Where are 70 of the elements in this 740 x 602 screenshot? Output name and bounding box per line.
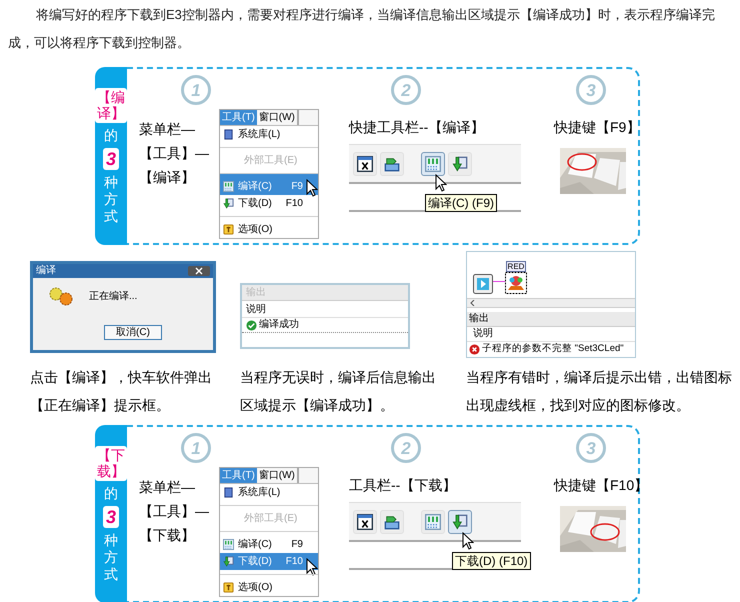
grid-icon (223, 181, 234, 192)
side-label: 种方式 (104, 174, 118, 224)
side-label: 的 (104, 127, 118, 144)
cancel-button[interactable]: 取消(C) (104, 325, 162, 340)
side-label: 的 (104, 485, 118, 502)
example-caption: 点击【编译】，快车软件弹出【正在编译】提示框。 (30, 368, 213, 415)
side-count: 3 (102, 148, 119, 170)
folder-icon (384, 514, 400, 530)
tooltip: 编译(C) (F9) (425, 194, 497, 212)
step-caption: 快捷工具栏--【编译】 (349, 118, 486, 137)
step-number: 1 (181, 75, 211, 105)
dialog-title: 编译 (36, 266, 56, 276)
side-count: 3 (102, 506, 119, 528)
book-icon (223, 487, 234, 498)
grid-icon (425, 156, 441, 172)
play-block-icon (473, 274, 493, 294)
side-title: 【编译】 (95, 88, 127, 124)
step-number: 1 (181, 433, 211, 463)
menu-tab[interactable]: 窗口(W) (256, 110, 298, 125)
step-caption: 【下载】 (139, 526, 196, 545)
menu-tab[interactable]: 工具(T) (220, 110, 257, 125)
dialog-message: 正在编译... (89, 290, 138, 304)
gears-icon (47, 286, 75, 306)
step-caption: 快捷键【F9】 (554, 118, 640, 137)
step-caption: 【工具】— (139, 502, 210, 521)
side-label: 种方式 (104, 532, 118, 582)
step-caption: 快捷键【F10】 (554, 476, 648, 495)
step-number: 2 (391, 433, 421, 463)
step-number: 3 (576, 433, 606, 463)
menu-item[interactable]: 系统库(L) (220, 126, 318, 143)
menu-item[interactable]: 选项(O) (220, 216, 318, 238)
menu-item[interactable]: 选项(O) (220, 574, 318, 596)
column-header: 说明 (473, 328, 493, 339)
intro-paragraph: 将编写好的程序下载到E3控制器内，需要对程序进行编译，当编译信息输出区域提示【编译成功】时，表示程序编译完成，可以将程序下载到控制器。 (7, 6, 716, 52)
window-icon (357, 156, 373, 172)
close-icon (188, 266, 210, 276)
menu-tab[interactable]: 窗口(W) (256, 468, 298, 483)
step-caption: 菜单栏— (139, 478, 196, 497)
menu-tab[interactable]: 工具(T) (220, 468, 257, 483)
step-number: 3 (576, 75, 606, 105)
down-arrow-icon (223, 556, 234, 567)
block-label: RED (506, 261, 526, 272)
folder-icon (384, 156, 400, 172)
example-caption: 当程序无误时，编译后信息输出区域提示【编译成功】。 (240, 368, 437, 415)
side-title: 【下载】 (95, 446, 127, 482)
down-arrow-icon (223, 198, 234, 209)
check-icon (246, 320, 257, 330)
output-message: 编译成功 (259, 318, 299, 332)
tooltip: 下载(D) (F10) (452, 552, 531, 570)
step-caption: 【工具】— (139, 144, 210, 163)
column-header: 说明 (246, 304, 266, 315)
down-arrow-icon (452, 514, 468, 530)
error-icon (469, 344, 480, 354)
grid-icon (223, 539, 234, 550)
led-block-icon (505, 272, 527, 294)
output-message: 子程序的参数不完整 "Set3CLed" (482, 342, 624, 356)
menu-item[interactable]: 系统库(L) (220, 484, 318, 501)
book-icon (223, 129, 234, 140)
scroll-left-icon (470, 300, 475, 306)
down-arrow-icon (452, 156, 468, 172)
step-caption: 【编译】 (139, 168, 196, 187)
window-icon (357, 514, 373, 530)
panel-title: 输出 (469, 313, 489, 324)
step-caption: 工具栏--【下载】 (349, 476, 458, 495)
step-caption: 菜单栏— (139, 120, 196, 139)
step-number: 2 (391, 75, 421, 105)
grid-icon (425, 514, 441, 530)
example-caption: 当程序有错时，编译后提示出错，出错图标出现虚线框，找到对应的图标修改。 (466, 368, 733, 415)
menu-item[interactable]: 编译(C) F9 (220, 173, 318, 195)
menu-item[interactable]: 下载(D) F10 (220, 195, 318, 212)
